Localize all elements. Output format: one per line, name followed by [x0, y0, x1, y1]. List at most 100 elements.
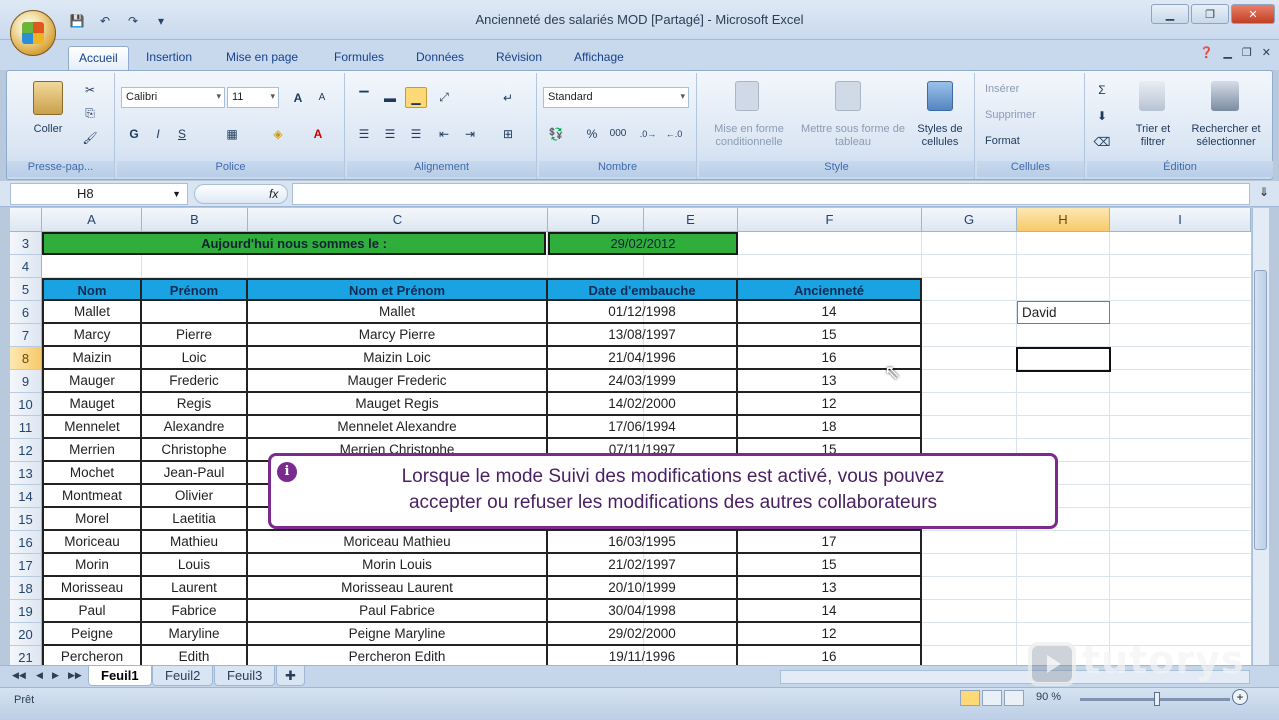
table-cell[interactable]: Louis	[142, 554, 248, 577]
percent-button[interactable]: %	[581, 123, 603, 144]
column-header-b[interactable]: B	[142, 208, 248, 232]
table-cell[interactable]: Merrien	[42, 439, 142, 462]
column-header-e[interactable]: E	[644, 208, 738, 232]
rechercher-button[interactable]: Rechercher et sélectionner	[1185, 123, 1267, 149]
row-header-12[interactable]: 12	[10, 439, 42, 462]
row-header-7[interactable]: 7	[10, 324, 42, 347]
table-cell[interactable]: 30/04/1998	[548, 600, 738, 623]
page-break-view-icon[interactable]	[1004, 690, 1024, 706]
table-cell[interactable]: Regis	[142, 393, 248, 416]
cell-h6[interactable]: David	[1017, 301, 1110, 324]
new-sheet-icon[interactable]: ✚	[276, 666, 305, 686]
mettre-sous-forme-button[interactable]: Mettre sous forme de tableau	[799, 123, 907, 149]
number-format-combo[interactable]: Standard	[543, 87, 689, 108]
table-cell[interactable]: Frederic	[142, 370, 248, 393]
table-cell[interactable]: Fabrice	[142, 600, 248, 623]
table-cell[interactable]: Laetitia	[142, 508, 248, 531]
tab-revision[interactable]: Révision	[486, 46, 552, 70]
table-cell[interactable]: Morin	[42, 554, 142, 577]
table-cell[interactable]: 12	[738, 623, 922, 646]
table-header-cell[interactable]: Nom et Prénom	[248, 278, 548, 301]
table-header-cell[interactable]: Nom	[42, 278, 142, 301]
currency-icon[interactable]: 💱	[545, 123, 567, 144]
borders-icon[interactable]: ▦	[221, 123, 243, 144]
table-cell[interactable]: 17	[738, 531, 922, 554]
fill-color-icon[interactable]: ◈	[267, 123, 289, 144]
styles-cellules-button[interactable]: Styles de cellules	[911, 123, 969, 149]
table-cell[interactable]: 15	[738, 554, 922, 577]
row-header-3[interactable]: 3	[10, 232, 42, 255]
table-cell[interactable]: Mathieu	[142, 531, 248, 554]
cut-icon[interactable]: ✂	[79, 79, 101, 100]
row-header-13[interactable]: 13	[10, 462, 42, 485]
row-header-20[interactable]: 20	[10, 623, 42, 646]
table-cell[interactable]: 01/12/1998	[548, 301, 738, 324]
trier-filtrer-button[interactable]: Trier et filtrer	[1125, 123, 1181, 149]
inserer-button[interactable]: Insérer	[985, 83, 1019, 96]
row-header-16[interactable]: 16	[10, 531, 42, 554]
decrease-indent-icon[interactable]: ⇤	[433, 123, 455, 144]
table-cell[interactable]: Peigne Maryline	[248, 623, 548, 646]
sheet-tab-feuil2[interactable]: Feuil2	[152, 666, 214, 686]
column-header-i[interactable]: I	[1110, 208, 1251, 232]
shrink-font-icon[interactable]: A	[311, 87, 333, 108]
table-cell[interactable]: Mauger	[42, 370, 142, 393]
row-header-5[interactable]: 5	[10, 278, 42, 301]
table-cell[interactable]: 18	[738, 416, 922, 439]
table-cell[interactable]	[142, 301, 248, 324]
table-cell[interactable]: Mennelet	[42, 416, 142, 439]
sheet-tab-feuil1[interactable]: Feuil1	[88, 666, 152, 686]
active-cell-h8[interactable]	[1016, 347, 1111, 372]
align-middle-icon[interactable]: ▬	[379, 87, 401, 108]
clear-icon[interactable]: ⌫	[1091, 131, 1113, 152]
table-cell[interactable]: 21/02/1997	[548, 554, 738, 577]
font-size-combo[interactable]: 11	[227, 87, 279, 108]
table-cell[interactable]: Paul	[42, 600, 142, 623]
table-cell[interactable]: Olivier	[142, 485, 248, 508]
close-button[interactable]: ✕	[1231, 4, 1275, 24]
table-cell[interactable]: Jean-Paul	[142, 462, 248, 485]
table-cell[interactable]: Morisseau	[42, 577, 142, 600]
wrap-text-icon[interactable]: ↵	[497, 87, 519, 108]
copy-icon[interactable]: ⎘	[79, 103, 101, 124]
last-sheet-icon[interactable]: ▶▶	[68, 670, 82, 681]
table-cell[interactable]: 13	[738, 577, 922, 600]
tab-mise-en-page[interactable]: Mise en page	[216, 46, 308, 70]
underline-button[interactable]: S	[171, 123, 193, 144]
normal-view-icon[interactable]	[960, 690, 980, 706]
align-left-icon[interactable]: ☰	[353, 123, 375, 144]
table-cell[interactable]: Laurent	[142, 577, 248, 600]
row-header-4[interactable]: 4	[10, 255, 42, 278]
column-header-c[interactable]: C	[248, 208, 548, 232]
table-cell[interactable]: Loic	[142, 347, 248, 370]
wb-close-icon[interactable]: ✕	[1262, 46, 1271, 59]
table-cell[interactable]: 14	[738, 301, 922, 324]
select-all-corner[interactable]	[10, 208, 42, 232]
next-sheet-icon[interactable]: ▶	[52, 670, 59, 681]
table-cell[interactable]: Paul Fabrice	[248, 600, 548, 623]
fill-icon[interactable]: ⬇	[1091, 105, 1113, 126]
font-name-combo[interactable]: Calibri	[121, 87, 225, 108]
row-header-9[interactable]: 9	[10, 370, 42, 393]
row-header-11[interactable]: 11	[10, 416, 42, 439]
row-header-10[interactable]: 10	[10, 393, 42, 416]
prev-sheet-icon[interactable]: ◀	[36, 670, 43, 681]
table-cell[interactable]: Percheron Edith	[248, 646, 548, 665]
wb-restore-icon[interactable]: ❐	[1242, 46, 1252, 59]
decrease-decimal-icon[interactable]: ←.0	[663, 123, 685, 144]
row-header-17[interactable]: 17	[10, 554, 42, 577]
coller-button[interactable]: Coller	[23, 123, 73, 136]
wb-minimize-icon[interactable]: ▁	[1223, 46, 1231, 59]
first-sheet-icon[interactable]: ◀◀	[12, 670, 26, 681]
worksheet-grid[interactable]: ABCDEFGHI 3 4 5 6 7 8 9 10 11 12 13 14 15 16 17 18 19 20 2…	[10, 208, 1251, 665]
office-button[interactable]	[10, 10, 56, 56]
table-cell[interactable]: Maizin	[42, 347, 142, 370]
table-cell[interactable]: Mennelet Alexandre	[248, 416, 548, 439]
table-cell[interactable]: Marcy	[42, 324, 142, 347]
table-cell[interactable]: Moriceau	[42, 531, 142, 554]
minimize-button[interactable]: ▁	[1151, 4, 1189, 24]
table-cell[interactable]: 14/02/2000	[548, 393, 738, 416]
table-cell[interactable]: 16	[738, 646, 922, 665]
row-header-8[interactable]: 8	[10, 347, 42, 370]
tab-affichage[interactable]: Affichage	[564, 46, 634, 70]
